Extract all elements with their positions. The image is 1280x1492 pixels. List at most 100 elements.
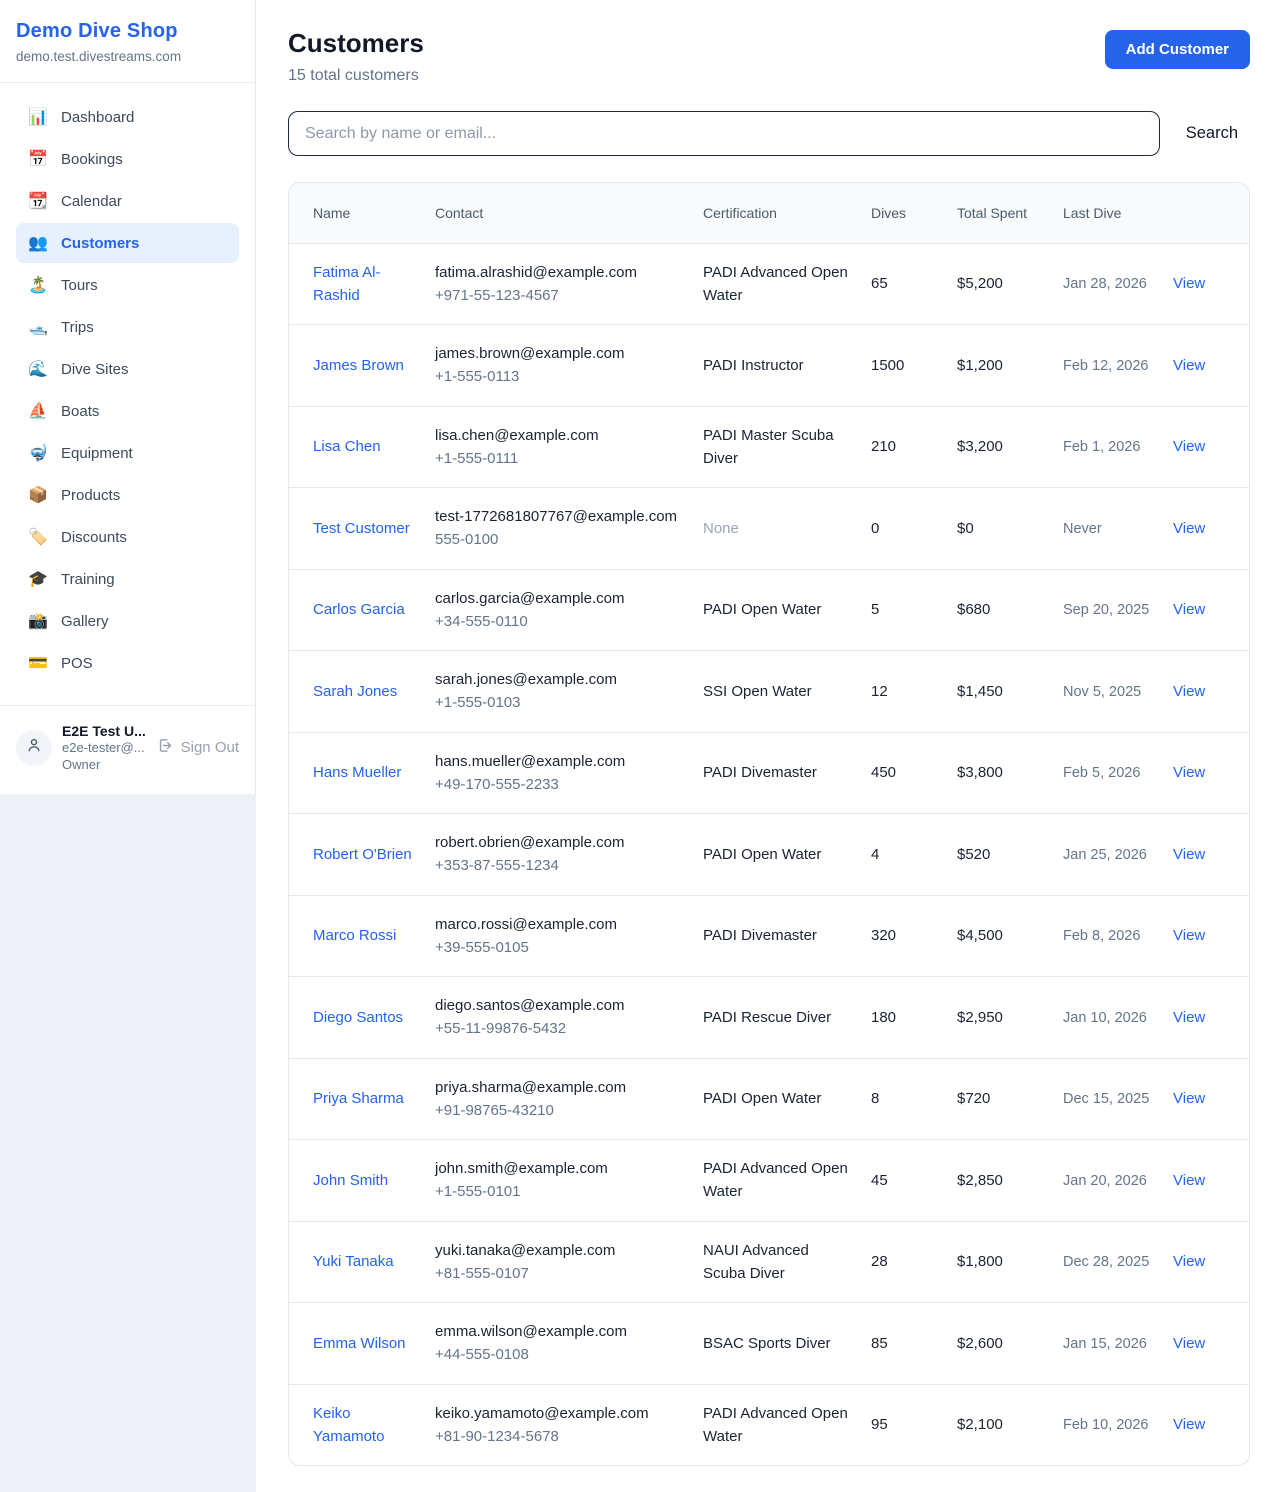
customer-phone: +34-555-0110 bbox=[435, 610, 685, 633]
sidebar-nav: 📊 Dashboard 📅 Bookings 📆 Calendar 👥 Cust… bbox=[0, 83, 255, 695]
sidebar-item-calendar[interactable]: 📆 Calendar bbox=[16, 181, 239, 221]
sidebar-item-gallery[interactable]: 📸 Gallery bbox=[16, 601, 239, 641]
customer-email: priya.sharma@example.com bbox=[435, 1076, 685, 1099]
sidebar-item-training[interactable]: 🎓 Training bbox=[16, 559, 239, 599]
view-link[interactable]: View bbox=[1173, 846, 1205, 863]
sidebar-item-label: POS bbox=[61, 655, 93, 672]
customer-name-link[interactable]: James Brown bbox=[313, 357, 404, 374]
customer-phone: +81-555-0107 bbox=[435, 1262, 685, 1285]
view-link[interactable]: View bbox=[1173, 1253, 1205, 1270]
sidebar-item-equipment[interactable]: 🤿 Equipment bbox=[16, 433, 239, 473]
add-customer-button[interactable]: Add Customer bbox=[1105, 30, 1250, 69]
view-link[interactable]: View bbox=[1173, 601, 1205, 618]
customer-phone: 555-0100 bbox=[435, 528, 685, 551]
customers-table-card: Name Contact Certification Dives Total S… bbox=[288, 182, 1250, 1466]
sidebar-item-dashboard[interactable]: 📊 Dashboard bbox=[16, 97, 239, 137]
customer-total-spent: $2,950 bbox=[957, 1009, 1003, 1026]
sidebar-item-label: Calendar bbox=[61, 193, 122, 210]
customer-total-spent: $1,450 bbox=[957, 683, 1003, 700]
customer-name-link[interactable]: Priya Sharma bbox=[313, 1090, 404, 1107]
customer-last-dive: Feb 12, 2026 bbox=[1063, 358, 1148, 374]
customer-name-link[interactable]: Marco Rossi bbox=[313, 927, 396, 944]
customer-certification: PADI Open Water bbox=[703, 846, 821, 863]
sailboat-icon: ⛵ bbox=[28, 401, 48, 421]
customer-phone: +44-555-0108 bbox=[435, 1343, 685, 1366]
sidebar-item-customers[interactable]: 👥 Customers bbox=[16, 223, 239, 263]
view-link[interactable]: View bbox=[1173, 683, 1205, 700]
customer-name-link[interactable]: Test Customer bbox=[313, 520, 410, 537]
customer-total-spent: $1,200 bbox=[957, 357, 1003, 374]
customer-name-link[interactable]: Carlos Garcia bbox=[313, 601, 405, 618]
customer-name-link[interactable]: John Smith bbox=[313, 1172, 388, 1189]
sidebar-item-label: Tours bbox=[61, 277, 98, 294]
customer-name-link[interactable]: Fatima Al-Rashid bbox=[313, 264, 381, 304]
graduation-cap-icon: 🎓 bbox=[28, 569, 48, 589]
sidebar-item-trips[interactable]: 🛥️ Trips bbox=[16, 307, 239, 347]
customer-dives: 4 bbox=[871, 846, 879, 863]
customer-certification: PADI Open Water bbox=[703, 601, 821, 618]
page-title: Customers bbox=[288, 28, 424, 59]
tag-icon: 🏷️ bbox=[28, 527, 48, 547]
user-email: e2e-tester@... bbox=[62, 740, 147, 757]
customer-total-spent: $680 bbox=[957, 601, 990, 618]
view-link[interactable]: View bbox=[1173, 927, 1205, 944]
customer-total-spent: $5,200 bbox=[957, 275, 1003, 292]
customer-name-link[interactable]: Robert O'Brien bbox=[313, 846, 412, 863]
view-link[interactable]: View bbox=[1173, 764, 1205, 781]
credit-card-icon: 💳 bbox=[28, 653, 48, 673]
view-link[interactable]: View bbox=[1173, 357, 1205, 374]
customer-phone: +1-555-0113 bbox=[435, 365, 685, 388]
view-link[interactable]: View bbox=[1173, 1416, 1205, 1433]
customer-name-link[interactable]: Diego Santos bbox=[313, 1009, 403, 1026]
sidebar-item-pos[interactable]: 💳 POS bbox=[16, 643, 239, 683]
table-row: James Brown james.brown@example.com +1-5… bbox=[289, 325, 1250, 407]
customer-dives: 180 bbox=[871, 1009, 896, 1026]
sidebar-item-label: Boats bbox=[61, 403, 99, 420]
customer-name-link[interactable]: Emma Wilson bbox=[313, 1335, 406, 1352]
sidebar-item-tours[interactable]: 🏝️ Tours bbox=[16, 265, 239, 305]
table-row: Carlos Garcia carlos.garcia@example.com … bbox=[289, 569, 1250, 651]
customer-certification: PADI Rescue Diver bbox=[703, 1009, 831, 1026]
customer-last-dive: Feb 8, 2026 bbox=[1063, 928, 1140, 944]
view-link[interactable]: View bbox=[1173, 1335, 1205, 1352]
sign-out-label: Sign Out bbox=[181, 739, 239, 756]
sidebar-header: Demo Dive Shop demo.test.divestreams.com bbox=[0, 0, 255, 83]
table-row: Priya Sharma priya.sharma@example.com +9… bbox=[289, 1058, 1250, 1140]
view-link[interactable]: View bbox=[1173, 1009, 1205, 1026]
main-content: Customers 15 total customers Add Custome… bbox=[256, 0, 1280, 1492]
calendar-pad-icon: 📆 bbox=[28, 191, 48, 211]
table-row: Sarah Jones sarah.jones@example.com +1-5… bbox=[289, 651, 1250, 733]
customer-certification: PADI Open Water bbox=[703, 1090, 821, 1107]
customer-dives: 45 bbox=[871, 1172, 888, 1189]
view-link[interactable]: View bbox=[1173, 1172, 1205, 1189]
sidebar-item-bookings[interactable]: 📅 Bookings bbox=[16, 139, 239, 179]
customer-name-link[interactable]: Sarah Jones bbox=[313, 683, 397, 700]
view-link[interactable]: View bbox=[1173, 520, 1205, 537]
sidebar-item-boats[interactable]: ⛵ Boats bbox=[16, 391, 239, 431]
wave-icon: 🌊 bbox=[28, 359, 48, 379]
sidebar-item-discounts[interactable]: 🏷️ Discounts bbox=[16, 517, 239, 557]
sign-out-button[interactable]: Sign Out bbox=[157, 737, 239, 758]
page-header: Customers 15 total customers Add Custome… bbox=[288, 28, 1250, 85]
customer-name-link[interactable]: Yuki Tanaka bbox=[313, 1253, 394, 1270]
search-input[interactable] bbox=[288, 111, 1160, 156]
customer-dives: 5 bbox=[871, 601, 879, 618]
column-header-certification: Certification bbox=[703, 183, 871, 243]
sidebar-item-dive-sites[interactable]: 🌊 Dive Sites bbox=[16, 349, 239, 389]
customer-certification: NAUI Advanced Scuba Diver bbox=[703, 1242, 809, 1282]
customer-name-link[interactable]: Keiko Yamamoto bbox=[313, 1405, 384, 1445]
view-link[interactable]: View bbox=[1173, 275, 1205, 292]
sidebar-item-products[interactable]: 📦 Products bbox=[16, 475, 239, 515]
customer-email: emma.wilson@example.com bbox=[435, 1320, 685, 1343]
customer-last-dive: Jan 28, 2026 bbox=[1063, 276, 1147, 292]
customer-name-link[interactable]: Hans Mueller bbox=[313, 764, 401, 781]
search-button[interactable]: Search bbox=[1174, 114, 1250, 153]
customer-certification: PADI Divemaster bbox=[703, 764, 817, 781]
customer-dives: 0 bbox=[871, 520, 879, 537]
sidebar-item-label: Discounts bbox=[61, 529, 127, 546]
customer-dives: 95 bbox=[871, 1416, 888, 1433]
customer-name-link[interactable]: Lisa Chen bbox=[313, 438, 381, 455]
view-link[interactable]: View bbox=[1173, 438, 1205, 455]
view-link[interactable]: View bbox=[1173, 1090, 1205, 1107]
user-name: E2E Test U... bbox=[62, 722, 147, 740]
